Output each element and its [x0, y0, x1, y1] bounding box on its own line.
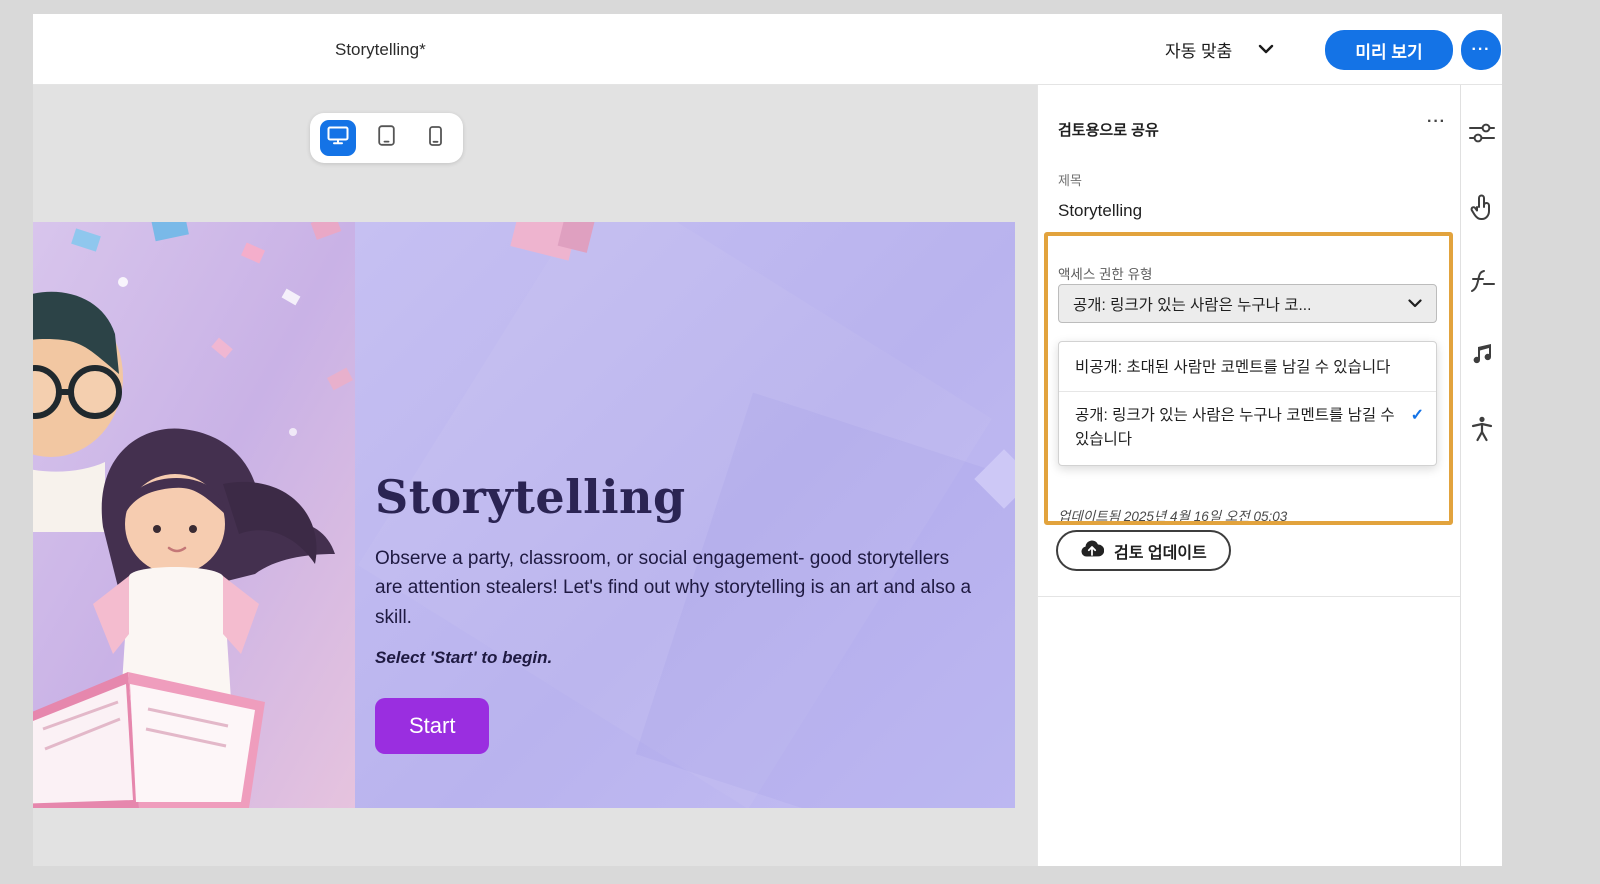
panel-divider: [1038, 596, 1461, 597]
slide-text-block: Storytelling Observe a party, classroom,…: [375, 470, 995, 755]
access-type-label: 액세스 권한 유형: [1058, 267, 1153, 282]
preview-button[interactable]: 미리 보기: [1325, 30, 1453, 70]
access-option-public[interactable]: 공개: 링크가 있는 사람은 누구나 코멘트를 남길 수 있습니다 ✓: [1059, 391, 1436, 463]
access-option-public-label: 공개: 링크가 있는 사람은 누구나 코멘트를 남길 수 있습니다: [1075, 407, 1395, 448]
accessibility-button[interactable]: [1467, 415, 1497, 445]
right-icon-rail: [1460, 85, 1502, 866]
app-window: Storytelling* 자동 맞춤 미리 보기 ··· Storytelli…: [33, 14, 1502, 866]
title-field-value: Storytelling: [1058, 201, 1143, 220]
device-phone-button[interactable]: [417, 120, 453, 156]
access-type-selected-value: 공개: 링크가 있는 사람은 누구나 코...: [1073, 296, 1312, 314]
document-title: Storytelling*: [335, 40, 426, 59]
slide-preview: Storytelling Observe a party, classroom,…: [33, 222, 1015, 808]
share-review-panel: 검토용으로 공유 ··· 제목 Storytelling 액세스 권한 유형 공…: [1037, 85, 1461, 866]
cloud-upload-icon: [1080, 539, 1105, 563]
access-type-dropdown-menu: 비공개: 초대된 사람만 코멘트를 남길 수 있습니다 공개: 링크가 있는 사…: [1058, 341, 1437, 466]
device-tablet-button[interactable]: [369, 120, 405, 156]
phone-icon: [428, 125, 442, 151]
chevron-down-icon: [1408, 295, 1422, 313]
canvas-area: Storytelling Observe a party, classroom,…: [33, 85, 1037, 866]
check-icon: ✓: [1410, 407, 1424, 425]
script-fx-icon: [1469, 269, 1495, 296]
slide-illustration: [33, 222, 355, 808]
panel-title: 검토용으로 공유: [1058, 122, 1159, 139]
music-note-icon: [1471, 343, 1493, 370]
slide-hint-text: Select 'Start' to begin.: [375, 648, 553, 668]
zoom-fit-label: 자동 맞춤: [1165, 42, 1233, 61]
update-review-label: 검토 업데이트: [1114, 544, 1207, 562]
zoom-fit-dropdown[interactable]: 자동 맞춤: [1165, 14, 1274, 85]
top-bar: Storytelling* 자동 맞춤 미리 보기 ···: [33, 14, 1502, 85]
touch-hand-icon: [1470, 194, 1494, 223]
title-field-label: 제목: [1058, 173, 1082, 188]
tablet-icon: [378, 125, 395, 151]
sliders-icon: [1468, 122, 1495, 147]
start-button[interactable]: Start: [375, 698, 490, 755]
interactions-button[interactable]: [1467, 193, 1497, 223]
update-review-button[interactable]: 검토 업데이트: [1056, 530, 1231, 571]
panel-more-button[interactable]: ···: [1427, 113, 1446, 131]
access-option-private[interactable]: 비공개: 초대된 사람만 코멘트를 남길 수 있습니다: [1059, 344, 1436, 391]
accessibility-icon: [1470, 416, 1494, 445]
topbar-more-button[interactable]: ···: [1461, 30, 1501, 70]
slide-body-text: Observe a party, classroom, or social en…: [375, 548, 972, 628]
quick-actions-button[interactable]: [1467, 267, 1497, 297]
slide-properties-button[interactable]: [1467, 119, 1497, 149]
last-updated-text: 업데이트됨 2025년 4월 16일 오전 05:03: [1058, 509, 1288, 524]
chevron-down-icon: [1258, 41, 1274, 59]
audio-button[interactable]: [1467, 341, 1497, 371]
device-preview-toggle: [310, 113, 463, 163]
device-desktop-button[interactable]: [320, 120, 356, 156]
access-type-select[interactable]: 공개: 링크가 있는 사람은 누구나 코...: [1058, 284, 1437, 323]
slide-title: Storytelling: [375, 470, 686, 524]
desktop-icon: [327, 126, 349, 150]
